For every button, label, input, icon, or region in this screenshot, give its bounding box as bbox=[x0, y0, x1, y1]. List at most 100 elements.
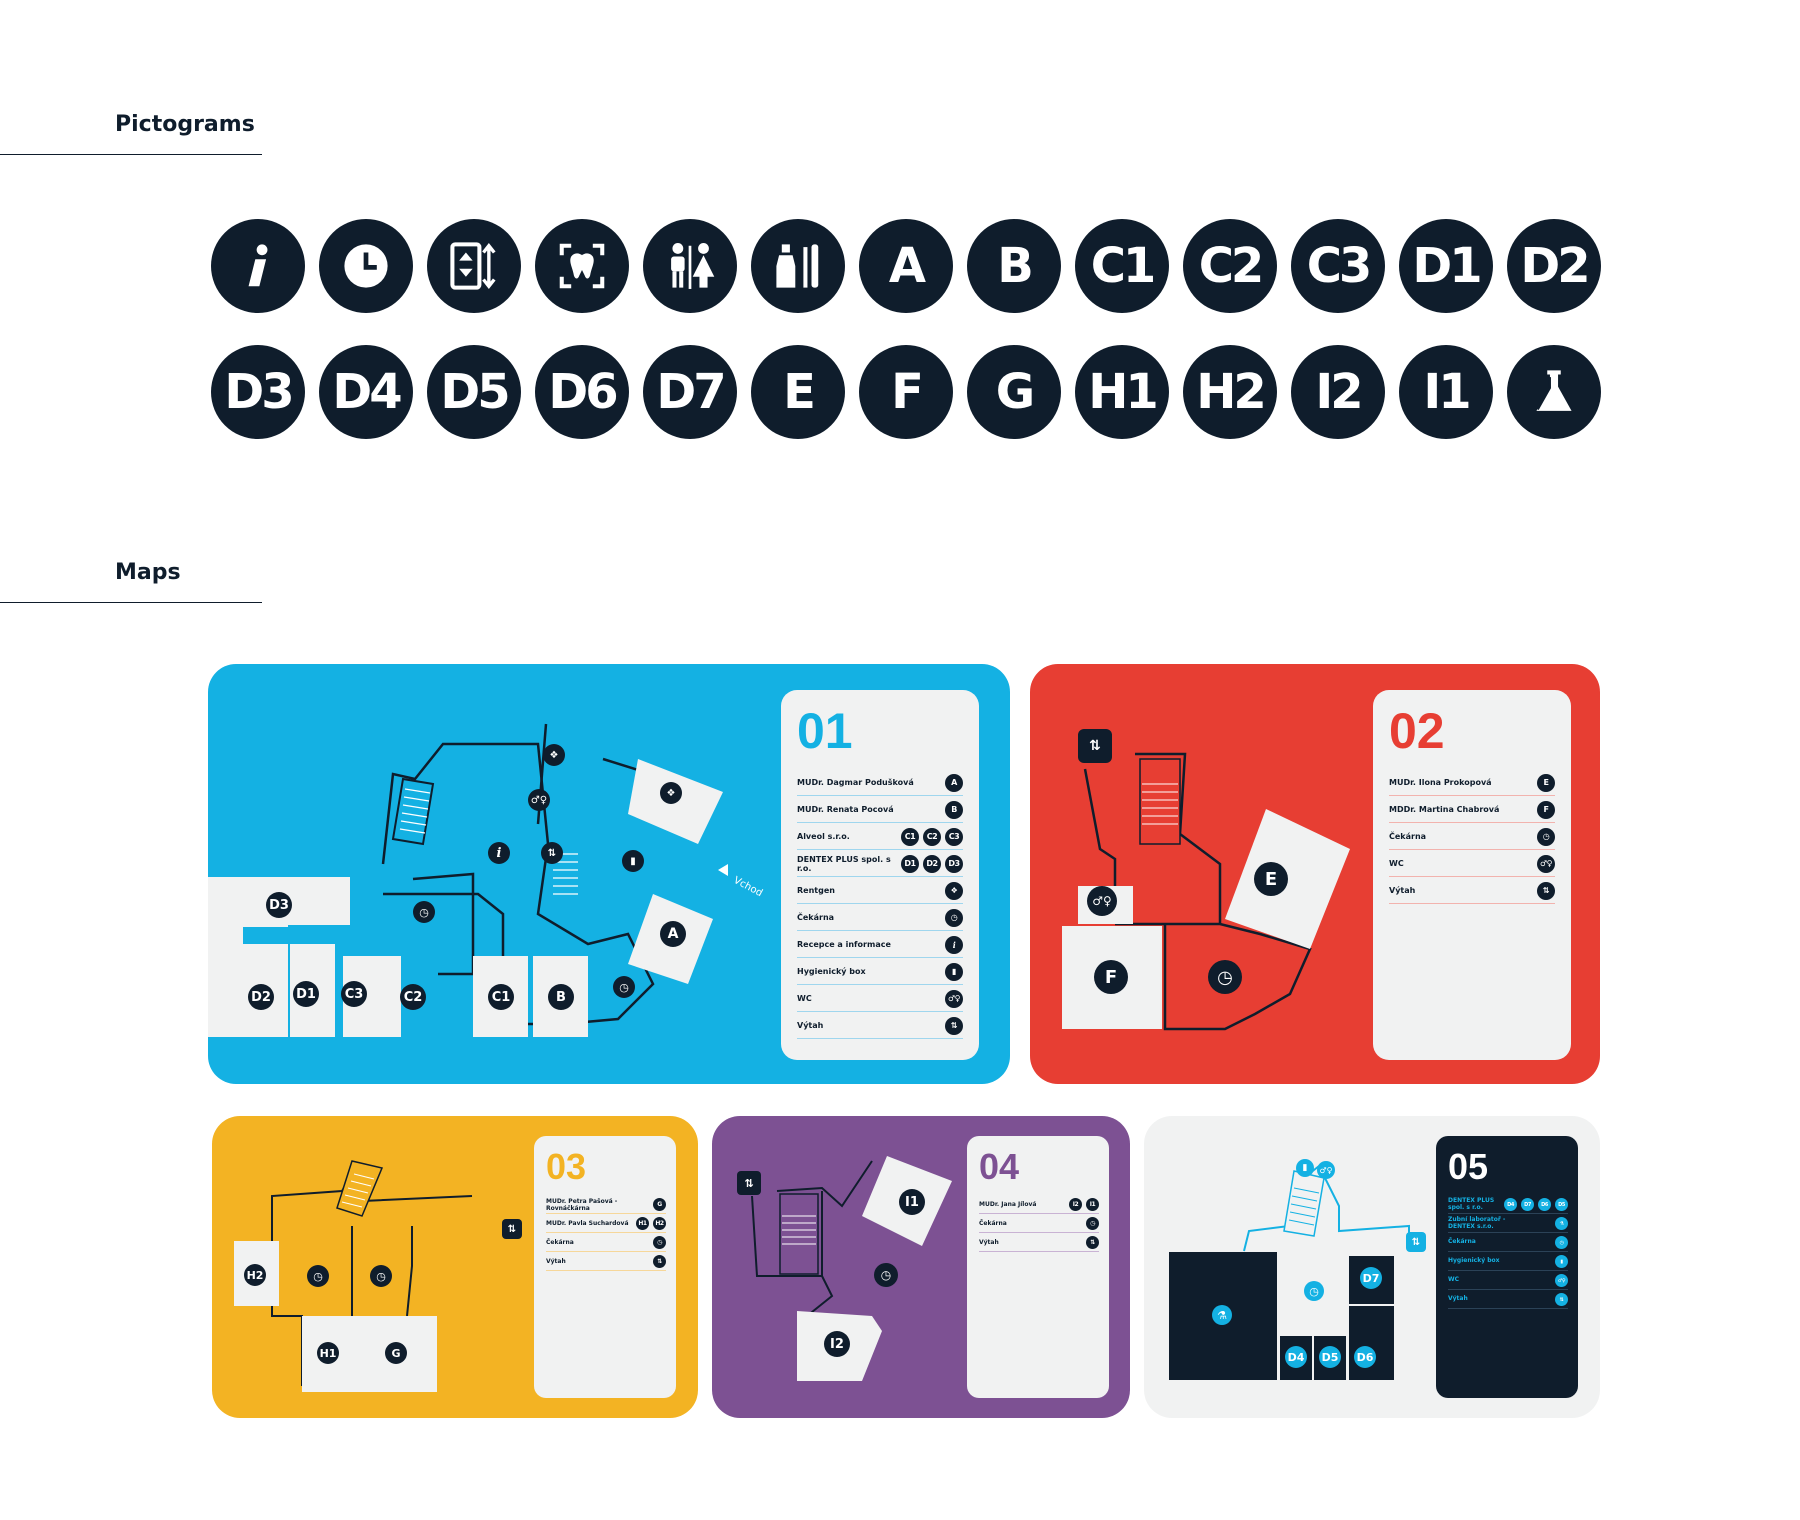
legend-label: MUDr. Pavla Suchardová bbox=[546, 1220, 629, 1227]
legend-label: Čekárna bbox=[797, 913, 835, 922]
legend-badge-f: F bbox=[1537, 800, 1555, 819]
pictogram-row: A B C1 C2 C3 D1 D2 bbox=[211, 219, 1601, 313]
pictogram-row: D3 D4 D5 D6 D7 E F G H1 H2 I2 I1 bbox=[211, 345, 1601, 439]
room-badge-b: B bbox=[548, 984, 574, 1010]
legend-row: Výtah ⇅ bbox=[1389, 878, 1555, 904]
legend-label: Čekárna bbox=[1389, 832, 1427, 841]
info-icon bbox=[211, 219, 305, 313]
elevator-icon: ⇅ bbox=[1555, 1293, 1568, 1306]
floor-number: 03 bbox=[546, 1146, 587, 1187]
clock-icon: ◷ bbox=[653, 1236, 666, 1249]
legend-badge-g: G bbox=[653, 1198, 666, 1211]
legend-label: Hygienický box bbox=[1448, 1257, 1500, 1265]
legend-label: Rentgen bbox=[797, 886, 835, 895]
floor-plan-01: Vchod bbox=[208, 723, 764, 1037]
legend-badges: ▮ bbox=[1555, 1255, 1568, 1268]
legend-label: MDDr. Martina Chabrová bbox=[1389, 805, 1500, 814]
legend-row: MUDr. Renata Pocová B bbox=[797, 797, 963, 823]
legend-badge-h1: H1 bbox=[636, 1217, 649, 1230]
hygiene-box-icon: ▮ bbox=[945, 962, 963, 981]
room-badge-h1: H1 bbox=[317, 1342, 339, 1364]
elevator-icon bbox=[427, 219, 521, 313]
info-icon: i bbox=[945, 935, 963, 954]
floor-number: 01 bbox=[797, 703, 853, 759]
legend-label: Výtah bbox=[546, 1258, 566, 1265]
section-divider bbox=[0, 602, 262, 603]
hygiene-box-icon: ▮ bbox=[622, 850, 644, 872]
legend-badges: ❖ bbox=[945, 881, 963, 900]
legend-label: MUDr. Ilona Prokopová bbox=[1389, 778, 1492, 787]
legend-label: Výtah bbox=[1448, 1295, 1468, 1303]
legend-row: Čekárna ◷ bbox=[797, 905, 963, 931]
wc-icon: ♂♀ bbox=[528, 789, 550, 811]
room-badge-e: E bbox=[1254, 862, 1288, 896]
legend-row: Výtah ⇅ bbox=[979, 1234, 1099, 1252]
tooth-icon bbox=[535, 219, 629, 313]
legend-row: Čekárna ◷ bbox=[546, 1234, 666, 1252]
clock-icon: ◷ bbox=[1537, 827, 1555, 846]
pictogram-d5: D5 bbox=[427, 345, 521, 439]
elevator-icon: ⇅ bbox=[1537, 881, 1555, 900]
legend-panel-04: 04 MUDr. Jana Jílová I2 I1 Čekárna ◷ Výtah ⇅ bbox=[967, 1136, 1109, 1398]
elevator-icon: ⇅ bbox=[1406, 1232, 1426, 1252]
legend-badge-d5: D5 bbox=[1555, 1198, 1568, 1211]
legend-row: Výtah ⇅ bbox=[546, 1253, 666, 1271]
legend-badges: I2 I1 bbox=[1069, 1198, 1099, 1211]
legend-badges: D1 D2 D3 bbox=[901, 854, 963, 873]
legend-badge-c2: C2 bbox=[923, 827, 941, 846]
wc-icon: ♂♀ bbox=[1087, 886, 1117, 916]
legend-badges: ♂♀ bbox=[945, 989, 963, 1008]
floor-number: 02 bbox=[1389, 703, 1445, 759]
pictogram-c1: C1 bbox=[1075, 219, 1169, 313]
pictogram-g: G bbox=[967, 345, 1061, 439]
tooth-icon: ❖ bbox=[945, 881, 963, 900]
floor-map-03: H2 H1 G ◷ ◷ ⇅ 03 MUDr. Petra Pašová - Ro… bbox=[212, 1116, 698, 1418]
legend-badges: D4 D7 D6 D5 bbox=[1504, 1198, 1568, 1211]
pictogram-i1: I1 bbox=[1399, 345, 1493, 439]
floor-plan-04 bbox=[751, 1156, 952, 1381]
clock-icon: ◷ bbox=[613, 976, 635, 998]
wc-icon: ♂♀ bbox=[1317, 1161, 1335, 1179]
room-badge-d6: D6 bbox=[1354, 1346, 1376, 1368]
room-badge-d3: D3 bbox=[266, 892, 292, 918]
flask-icon: ⚗ bbox=[1212, 1305, 1232, 1325]
legend-row: MUDr. Dagmar Podušková A bbox=[797, 770, 963, 796]
legend-badges: ▮ bbox=[945, 962, 963, 981]
legend-badges: ◷ bbox=[653, 1236, 666, 1249]
legend-badges: ⇅ bbox=[1555, 1293, 1568, 1306]
legend-badges: ◷ bbox=[945, 908, 963, 927]
clock-icon: ◷ bbox=[307, 1265, 329, 1287]
legend-row: MUDr. Ilona Prokopová E bbox=[1389, 770, 1555, 796]
legend-badge-e: E bbox=[1537, 773, 1555, 792]
legend-badge-i2: I2 bbox=[1069, 1198, 1082, 1211]
legend-row: Rentgen ❖ bbox=[797, 878, 963, 904]
legend-badges: i bbox=[945, 935, 963, 954]
legend-badges: ♂♀ bbox=[1555, 1274, 1568, 1287]
legend-label: DENTEX PLUS spol. s r.o. bbox=[1448, 1197, 1495, 1211]
legend-badge-d6: D6 bbox=[1538, 1198, 1551, 1211]
pictogram-d2: D2 bbox=[1507, 219, 1601, 313]
clock-icon: ◷ bbox=[945, 908, 963, 927]
legend-badges: H1 H2 bbox=[636, 1217, 666, 1230]
legend-row: WC ♂♀ bbox=[797, 986, 963, 1012]
pictogram-d6: D6 bbox=[535, 345, 629, 439]
clock-icon: ◷ bbox=[874, 1263, 898, 1287]
clock-icon: ◷ bbox=[413, 901, 435, 923]
elevator-icon: ⇅ bbox=[737, 1171, 761, 1195]
flask-icon: ⚗ bbox=[1555, 1217, 1568, 1230]
legend-label: Výtah bbox=[979, 1239, 999, 1246]
elevator-icon: ⇅ bbox=[653, 1255, 666, 1268]
legend-row: DENTEX PLUS spol. s r.o. D4 D7 D6 D5 bbox=[1448, 1196, 1568, 1214]
legend-badge-c1: C1 bbox=[901, 827, 919, 846]
legend-panel-02: 02 MUDr. Ilona Prokopová E MDDr. Martina C… bbox=[1373, 690, 1571, 1060]
legend-badges: ⇅ bbox=[945, 1016, 963, 1035]
legend-badges: ⇅ bbox=[1086, 1236, 1099, 1249]
legend-row: Výtah ⇅ bbox=[797, 1013, 963, 1039]
legend-row: Čekárna ◷ bbox=[979, 1215, 1099, 1233]
legend-row: Hygienický box ▮ bbox=[797, 959, 963, 985]
room-badge-d1: D1 bbox=[293, 981, 319, 1007]
legend-label: MUDr. Renata Pocová bbox=[797, 805, 894, 814]
legend-badges: E bbox=[1537, 773, 1555, 792]
room-badge-g: G bbox=[385, 1342, 407, 1364]
legend-badge-b: B bbox=[945, 800, 963, 819]
